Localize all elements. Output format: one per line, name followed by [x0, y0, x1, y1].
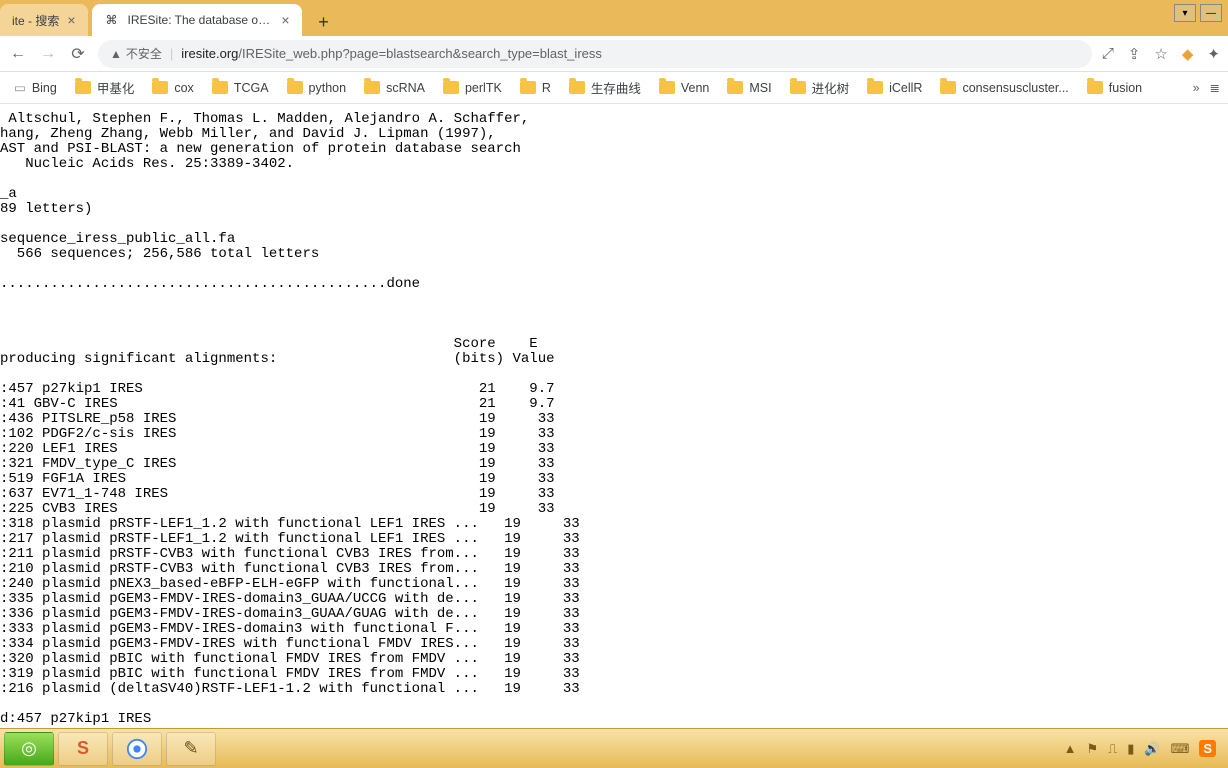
bookmark-item[interactable]: scRNA	[358, 74, 431, 101]
folder-icon	[1087, 81, 1103, 94]
start-button[interactable]: ◎	[4, 732, 54, 766]
tray-sogou-icon[interactable]: S	[1199, 740, 1216, 757]
insecure-label: 不安全	[126, 45, 162, 62]
bookmark-label: cox	[174, 81, 193, 95]
url-input[interactable]: ▲ 不安全 | iresite.org/IRESite_web.php?page…	[98, 40, 1092, 68]
bookmark-item[interactable]: 甲基化	[69, 74, 141, 101]
folder-icon	[287, 81, 303, 94]
folder-icon	[790, 81, 806, 94]
bookmark-item[interactable]: MSI	[721, 74, 777, 101]
tray-overflow-icon[interactable]: ▲	[1064, 741, 1077, 756]
bookmark-label: 进化树	[812, 78, 850, 97]
bookmark-item[interactable]: ▭ Bing	[8, 74, 63, 101]
bookmark-label: fusion	[1109, 81, 1142, 95]
bookmark-item[interactable]: cox	[146, 74, 199, 101]
folder-icon	[75, 81, 91, 94]
bookmark-label: TCGA	[234, 81, 269, 95]
bookmark-item[interactable]: 进化树	[784, 74, 856, 101]
system-tray: ▲ ⚑ ⎍ ▮ 🔊 ⌨ S	[1064, 740, 1224, 757]
bookmark-item[interactable]: iCellR	[861, 74, 928, 101]
bookmark-item[interactable]: 生存曲线	[563, 74, 647, 101]
extension-icon[interactable]: ◆	[1182, 45, 1194, 63]
folder-icon	[443, 81, 459, 94]
reload-button[interactable]: ⟳	[68, 44, 88, 64]
bookmark-item[interactable]: perlTK	[437, 74, 508, 101]
bookmark-label: consensuscluster...	[962, 81, 1068, 95]
close-icon[interactable]: ×	[67, 12, 75, 28]
new-tab-button[interactable]: +	[310, 8, 338, 36]
extensions-icon[interactable]: ✦	[1207, 45, 1220, 63]
bookmark-label: 甲基化	[97, 78, 135, 97]
bookmark-label: Bing	[32, 81, 57, 95]
bookmark-item[interactable]: consensuscluster...	[934, 74, 1074, 101]
bookmark-item[interactable]: TCGA	[206, 74, 275, 101]
taskbar-app-snagit[interactable]: S	[58, 732, 108, 766]
taskbar-app-notepad[interactable]: ✎	[166, 732, 216, 766]
folder-icon	[569, 81, 585, 94]
share-icon[interactable]: ⇪	[1128, 45, 1141, 63]
warning-icon: ▲	[110, 47, 122, 61]
star-icon[interactable]: ☆	[1154, 45, 1167, 63]
folder-icon	[364, 81, 380, 94]
close-icon[interactable]: ×	[281, 12, 289, 28]
folder-icon	[727, 81, 743, 94]
taskbar-app-chrome[interactable]	[112, 732, 162, 766]
folder-icon	[152, 81, 168, 94]
tab-inactive[interactable]: ite - 搜索 ×	[0, 4, 88, 36]
bookmark-label: 生存曲线	[591, 78, 641, 97]
tray-flag-icon[interactable]: ⚑	[1086, 741, 1098, 757]
folder-icon	[520, 81, 536, 94]
bookmark-label: iCellR	[889, 81, 922, 95]
folder-icon	[212, 81, 228, 94]
bookmark-item[interactable]: Venn	[653, 74, 716, 101]
folder-icon	[867, 81, 883, 94]
tab-title: ite - 搜索	[12, 12, 59, 29]
bookmark-bar: ▭ Bing 甲基化 cox TCGA python scRNA perlTK R 生存曲线 Ven…	[0, 72, 1228, 104]
insecure-badge: ▲ 不安全	[110, 45, 162, 62]
tab-active[interactable]: ⌘ IRESite: The database of exper ×	[92, 4, 302, 36]
blast-output: Altschul, Stephen F., Thomas L. Madden, …	[0, 112, 1228, 727]
bookmark-label: MSI	[749, 81, 771, 95]
url-text: iresite.org/IRESite_web.php?page=blastse…	[181, 46, 602, 61]
tray-network-icon[interactable]: ▮	[1127, 741, 1134, 757]
address-bar: ← → ⟳ ▲ 不安全 | iresite.org/IRESite_web.ph…	[0, 36, 1228, 72]
bookmark-label: perlTK	[465, 81, 502, 95]
bookmarks-overflow-icon[interactable]: »	[1193, 81, 1200, 95]
bookmark-item[interactable]: R	[514, 74, 557, 101]
tray-ime-icon[interactable]: ⌨	[1171, 741, 1190, 757]
translate-icon[interactable]: ⤢	[1102, 45, 1114, 63]
tab-strip: ite - 搜索 × ⌘ IRESite: The database of ex…	[0, 0, 1228, 36]
reading-list-icon[interactable]: ≣	[1210, 80, 1220, 95]
page-icon: ▭	[14, 80, 26, 95]
page-content: Altschul, Stephen F., Thomas L. Madden, …	[0, 104, 1228, 728]
tray-volume-icon[interactable]: 🔊	[1144, 741, 1160, 757]
window-minimize-button[interactable]: —	[1200, 4, 1222, 22]
back-button[interactable]: ←	[8, 45, 28, 63]
bookmark-label: Venn	[681, 81, 710, 95]
bookmark-item[interactable]: python	[281, 74, 353, 101]
folder-icon	[659, 81, 675, 94]
bookmark-label: scRNA	[386, 81, 425, 95]
bookmark-item[interactable]: fusion	[1081, 74, 1148, 101]
taskbar: ◎ S ✎ ▲ ⚑ ⎍ ▮ 🔊 ⌨ S	[0, 728, 1228, 768]
bookmark-label: python	[309, 81, 347, 95]
tab-title: IRESite: The database of exper	[128, 13, 274, 27]
forward-button: →	[38, 45, 58, 63]
window-chevron-button[interactable]: ▾	[1174, 4, 1196, 22]
tray-device-icon[interactable]: ⎍	[1108, 741, 1117, 757]
bookmark-label: R	[542, 81, 551, 95]
favicon-icon: ⌘	[104, 12, 120, 28]
folder-icon	[940, 81, 956, 94]
